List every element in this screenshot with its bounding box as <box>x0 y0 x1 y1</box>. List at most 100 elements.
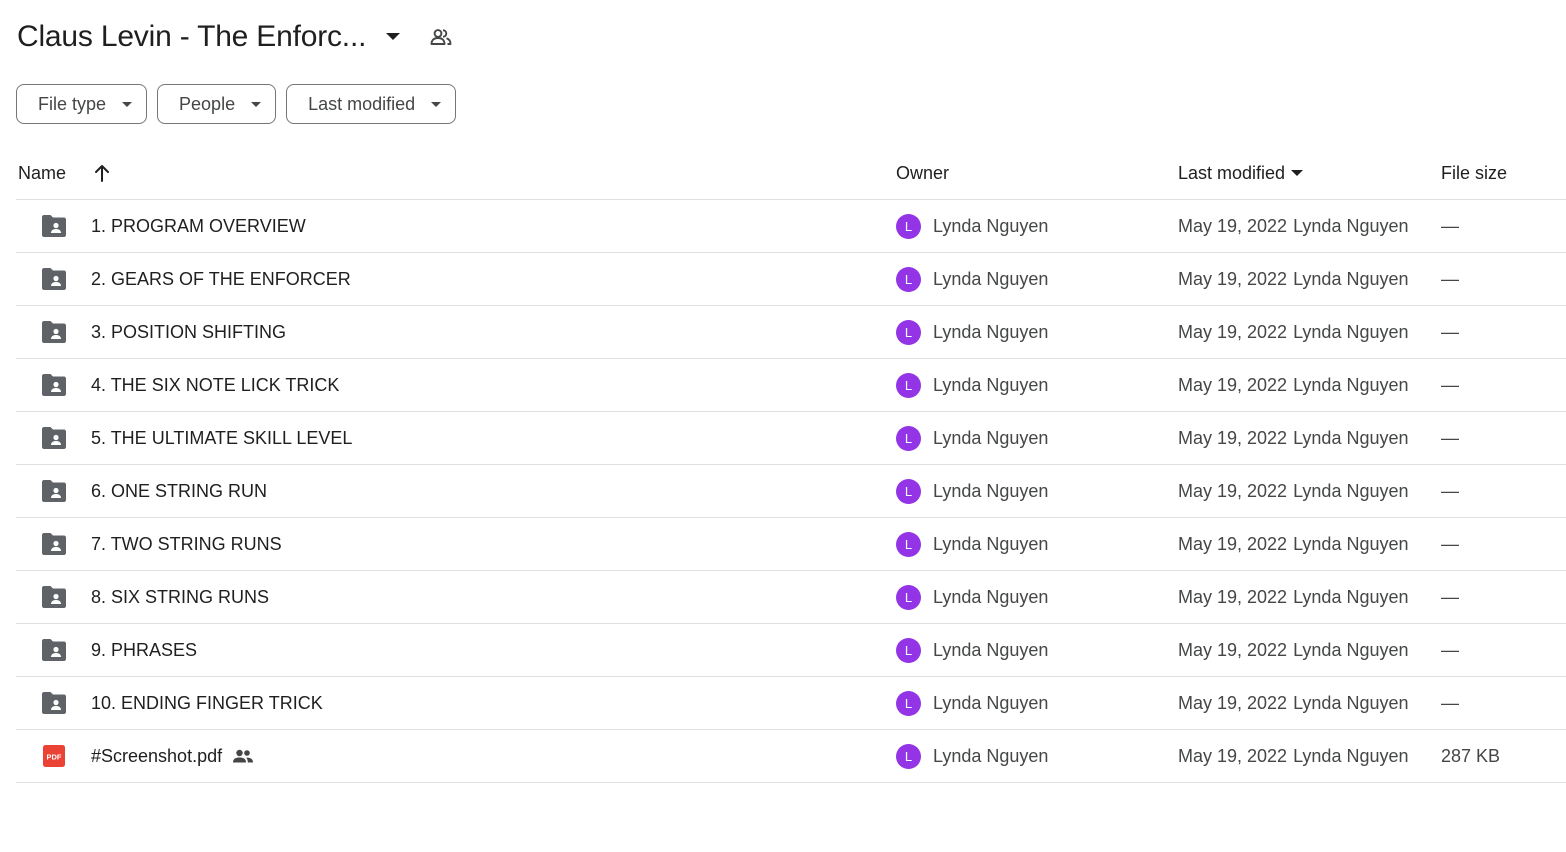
arrow-drop-down-icon[interactable] <box>380 24 406 50</box>
shared-folder-icon <box>40 425 68 451</box>
people-outline-icon[interactable] <box>428 24 454 50</box>
file-name-text: 1. PROGRAM OVERVIEW <box>91 215 306 236</box>
avatar: L <box>896 425 921 451</box>
owner-cell: L Lynda Nguyen <box>896 200 1048 252</box>
name-column-header[interactable]: Name <box>18 163 110 184</box>
file-name[interactable]: 6. ONE STRING RUN <box>91 465 267 517</box>
last-modified-cell: May 19, 2022 Lynda Nguyen <box>1178 306 1409 358</box>
shared-folder-icon <box>40 584 68 610</box>
file-name-text: 7. TWO STRING RUNS <box>91 533 282 554</box>
arrow-upward-icon[interactable] <box>94 164 110 182</box>
shared-folder-icon <box>40 478 68 504</box>
owner-name: Lynda Nguyen <box>933 215 1049 236</box>
file-name[interactable]: 10. ENDING FINGER TRICK <box>91 677 323 729</box>
file-size: — <box>1441 215 1459 236</box>
file-name[interactable]: 7. TWO STRING RUNS <box>91 518 282 570</box>
table-body: 1. PROGRAM OVERVIEW L Lynda Nguyen May 1… <box>16 200 1566 783</box>
table-header: Name Owner Last modified File size <box>16 147 1566 200</box>
avatar: L <box>896 266 921 292</box>
avatar: L <box>896 743 921 769</box>
modified-by: Lynda Nguyen <box>1293 533 1409 554</box>
modified-date: May 19, 2022 <box>1178 268 1288 289</box>
owner-cell: L Lynda Nguyen <box>896 253 1048 305</box>
owner-name: Lynda Nguyen <box>933 321 1049 342</box>
modified-date: May 19, 2022 <box>1178 639 1288 660</box>
table-row[interactable]: 3. POSITION SHIFTING L Lynda Nguyen May … <box>16 306 1566 359</box>
avatar: L <box>896 637 921 663</box>
file-name-text: 10. ENDING FINGER TRICK <box>91 692 323 713</box>
table-row[interactable]: 1. PROGRAM OVERVIEW L Lynda Nguyen May 1… <box>16 200 1566 253</box>
table-row[interactable]: PDF #Screenshot.pdf L Lynda Nguyen May 1… <box>16 730 1566 783</box>
modified-date: May 19, 2022 <box>1178 692 1288 713</box>
owner-name: Lynda Nguyen <box>933 480 1049 501</box>
avatar: L <box>896 690 921 716</box>
arrow-drop-down-icon <box>1291 170 1304 176</box>
owner-cell: L Lynda Nguyen <box>896 359 1048 411</box>
last-modified-column-label: Last modified <box>1178 162 1286 183</box>
owner-cell: L Lynda Nguyen <box>896 571 1048 623</box>
shared-folder-icon <box>40 637 68 663</box>
modified-date: May 19, 2022 <box>1178 586 1288 607</box>
file-name[interactable]: 1. PROGRAM OVERVIEW <box>91 200 306 252</box>
page-header: Claus Levin - The Enforc... <box>17 16 454 58</box>
owner-cell: L Lynda Nguyen <box>896 730 1048 782</box>
file-size-column-header[interactable]: File size <box>1441 163 1507 184</box>
file-name[interactable]: 8. SIX STRING RUNS <box>91 571 269 623</box>
file-name-text: 9. PHRASES <box>91 639 198 660</box>
file-name[interactable]: 5. THE ULTIMATE SKILL LEVEL <box>91 412 352 464</box>
table-row[interactable]: 7. TWO STRING RUNS L Lynda Nguyen May 19… <box>16 518 1566 571</box>
pdf-icon: PDF <box>40 743 68 769</box>
table-row[interactable]: 6. ONE STRING RUN L Lynda Nguyen May 19,… <box>16 465 1566 518</box>
file-type-filter-label: File type <box>38 93 107 114</box>
file-size: — <box>1441 586 1459 607</box>
last-modified-column-header[interactable]: Last modified <box>1178 162 1304 184</box>
table-row[interactable]: 2. GEARS OF THE ENFORCER L Lynda Nguyen … <box>16 253 1566 306</box>
last-modified-filter[interactable]: Last modified <box>286 84 457 124</box>
last-modified-cell: May 19, 2022 Lynda Nguyen <box>1178 730 1409 782</box>
owner-name: Lynda Nguyen <box>933 374 1049 395</box>
table-row[interactable]: 8. SIX STRING RUNS L Lynda Nguyen May 19… <box>16 571 1566 624</box>
modified-by: Lynda Nguyen <box>1293 480 1409 501</box>
modified-date: May 19, 2022 <box>1178 321 1288 342</box>
owner-cell: L Lynda Nguyen <box>896 518 1048 570</box>
file-name[interactable]: 2. GEARS OF THE ENFORCER <box>91 253 351 305</box>
file-type-filter[interactable]: File type <box>16 84 148 124</box>
owner-name: Lynda Nguyen <box>933 745 1049 766</box>
file-name-text: 2. GEARS OF THE ENFORCER <box>91 268 351 289</box>
avatar: L <box>896 478 921 504</box>
avatar: L <box>896 531 921 557</box>
last-modified-cell: May 19, 2022 Lynda Nguyen <box>1178 253 1409 305</box>
file-name[interactable]: 4. THE SIX NOTE LICK TRICK <box>91 359 339 411</box>
file-size: — <box>1441 374 1459 395</box>
owner-cell: L Lynda Nguyen <box>896 624 1048 676</box>
table-row[interactable]: 4. THE SIX NOTE LICK TRICK L Lynda Nguye… <box>16 359 1566 412</box>
avatar: L <box>896 372 921 398</box>
people-filter[interactable]: People <box>157 84 277 124</box>
file-name[interactable]: #Screenshot.pdf <box>91 730 254 782</box>
modified-by: Lynda Nguyen <box>1293 215 1409 236</box>
owner-cell: L Lynda Nguyen <box>896 677 1048 729</box>
arrow-drop-down-icon <box>251 101 262 107</box>
owner-name: Lynda Nguyen <box>933 533 1049 554</box>
file-size: — <box>1441 533 1459 554</box>
last-modified-cell: May 19, 2022 Lynda Nguyen <box>1178 412 1409 464</box>
modified-by: Lynda Nguyen <box>1293 321 1409 342</box>
table-row[interactable]: 10. ENDING FINGER TRICK L Lynda Nguyen M… <box>16 677 1566 730</box>
arrow-drop-down-icon <box>122 101 133 107</box>
last-modified-cell: May 19, 2022 Lynda Nguyen <box>1178 518 1409 570</box>
shared-folder-icon <box>40 266 68 292</box>
svg-text:PDF: PDF <box>47 753 62 762</box>
folder-title[interactable]: Claus Levin - The Enforc... <box>17 20 366 54</box>
file-name-text: #Screenshot.pdf <box>91 745 223 766</box>
last-modified-cell: May 19, 2022 Lynda Nguyen <box>1178 624 1409 676</box>
owner-column-header[interactable]: Owner <box>896 163 949 184</box>
file-name[interactable]: 3. POSITION SHIFTING <box>91 306 286 358</box>
table-row[interactable]: 9. PHRASES L Lynda Nguyen May 19, 2022 L… <box>16 624 1566 677</box>
shared-folder-icon <box>40 690 68 716</box>
modified-by: Lynda Nguyen <box>1293 268 1409 289</box>
table-row[interactable]: 5. THE ULTIMATE SKILL LEVEL L Lynda Nguy… <box>16 412 1566 465</box>
file-name-text: 3. POSITION SHIFTING <box>91 321 287 342</box>
modified-date: May 19, 2022 <box>1178 215 1288 236</box>
file-name[interactable]: 9. PHRASES <box>91 624 197 676</box>
owner-name: Lynda Nguyen <box>933 586 1049 607</box>
